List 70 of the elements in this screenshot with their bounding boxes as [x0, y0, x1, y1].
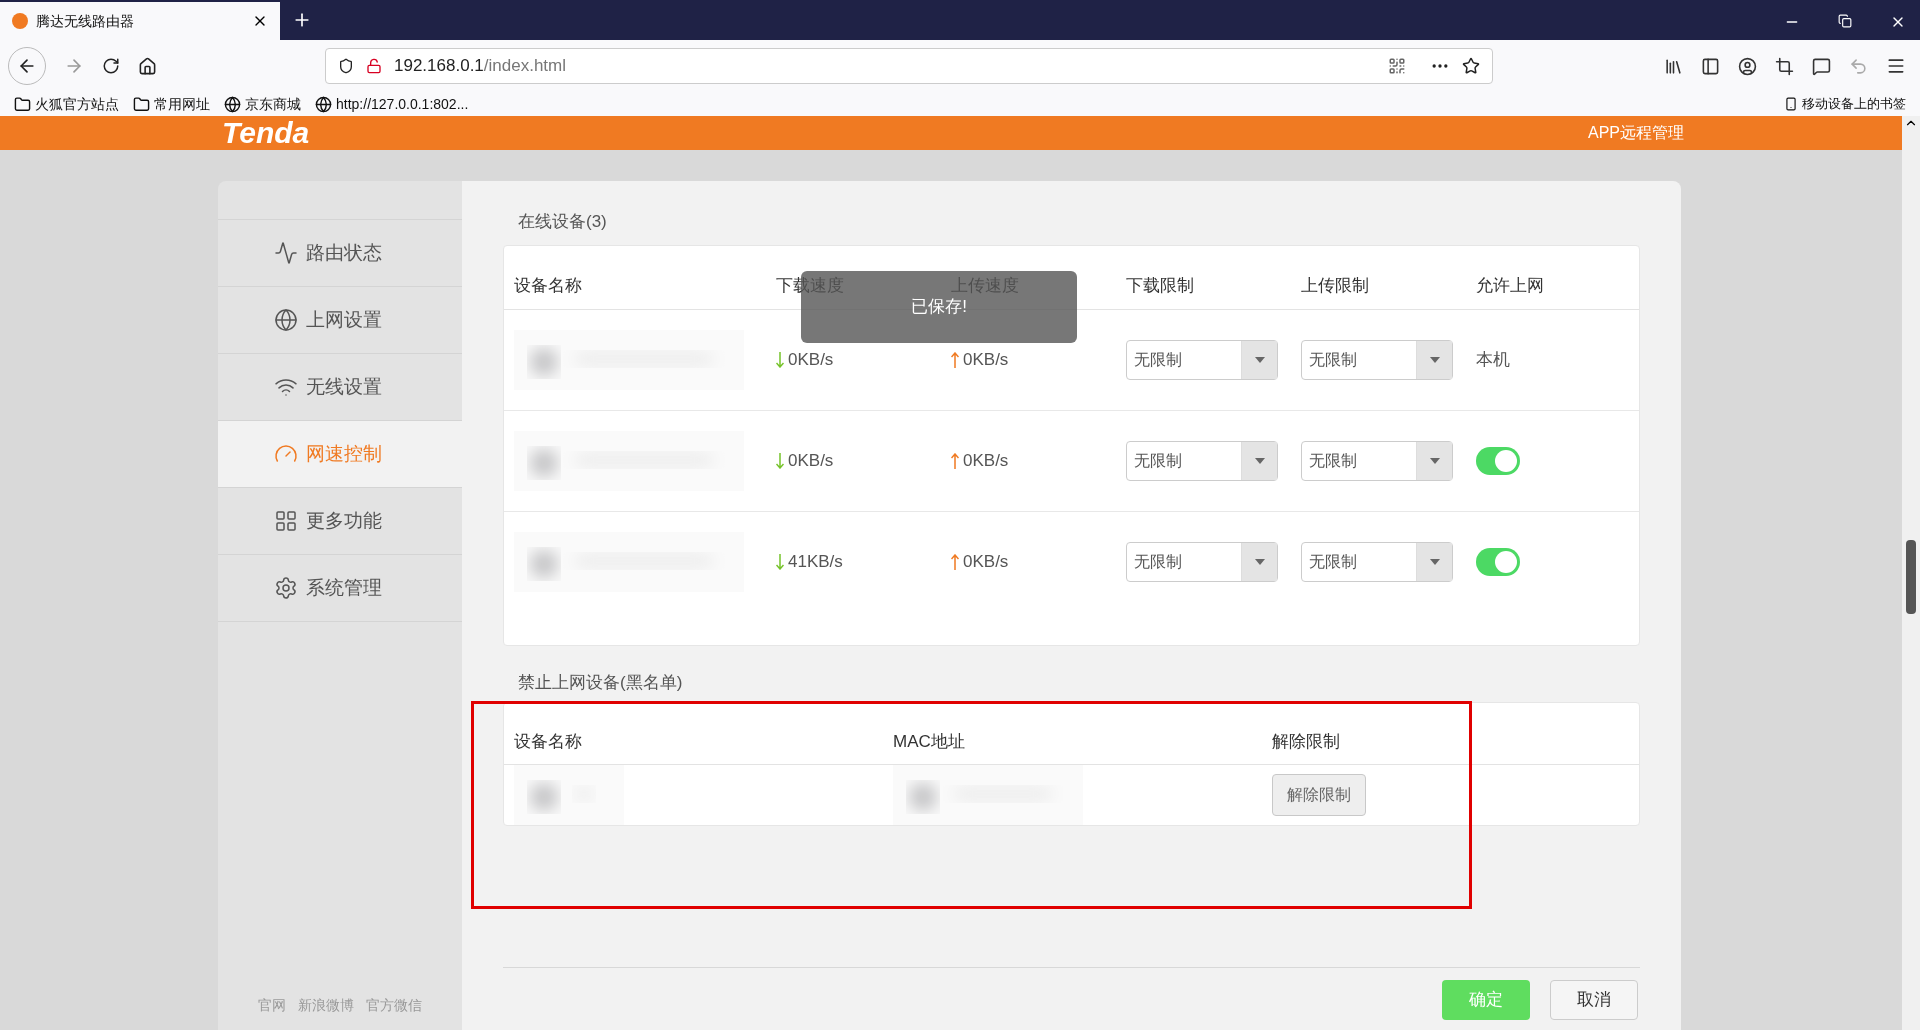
caret-icon	[1254, 457, 1265, 464]
column-header: 设备名称	[514, 730, 583, 753]
crop-icon[interactable]	[1775, 56, 1794, 76]
home-icon[interactable]	[138, 56, 157, 76]
upload-speed: 0KB/s	[963, 551, 1009, 574]
up-arrow-icon	[951, 554, 959, 570]
column-header: 允许上网	[1476, 275, 1545, 297]
pulse-icon	[274, 241, 298, 265]
bookmark-link[interactable]: http://127.0.0.1:802...	[315, 93, 469, 115]
address-bar[interactable]: 192.168.0.1/index.html	[325, 48, 1493, 84]
column-header: 解除限制	[1272, 730, 1340, 753]
bookmark-link[interactable]: 火狐官方站点	[14, 93, 119, 115]
sidebar-icon[interactable]	[1701, 56, 1720, 76]
globe-icon	[224, 95, 241, 113]
scrollbar-thumb[interactable]	[1906, 540, 1916, 614]
folder-icon	[133, 95, 150, 113]
down-arrow-icon	[776, 351, 784, 368]
up-arrow-icon	[951, 351, 959, 368]
caret-icon	[1429, 559, 1440, 565]
download-speed: 0KB/s	[788, 348, 834, 371]
limit-dropdown[interactable]: 无限制	[1126, 542, 1278, 582]
column-header: 设备名称	[514, 275, 583, 297]
local-device-label: 本机	[1476, 349, 1510, 369]
library-icon[interactable]	[1664, 56, 1683, 76]
cancel-button[interactable]: 取消	[1550, 980, 1638, 1020]
globe-icon	[315, 95, 332, 113]
settings-icon	[274, 576, 298, 600]
column-header: 下载限制	[1126, 275, 1195, 297]
caret-icon	[1429, 356, 1440, 363]
allow-toggle[interactable]	[1476, 446, 1520, 475]
qr-code-icon[interactable]	[1388, 57, 1406, 75]
limit-dropdown[interactable]: 无限制	[1301, 542, 1453, 582]
bookmark-link[interactable]: 常用网址	[133, 93, 210, 115]
download-speed: 41KB/s	[788, 551, 843, 574]
limit-dropdown[interactable]: 无限制	[1301, 339, 1453, 380]
reload-icon[interactable]	[102, 57, 120, 75]
folder-icon	[14, 95, 31, 113]
up-arrow-icon	[951, 452, 959, 469]
limit-dropdown[interactable]: 无限制	[1126, 339, 1278, 380]
browser-tab[interactable]: 腾达无线路由器	[0, 2, 280, 40]
account-icon[interactable]	[1738, 56, 1757, 76]
upload-speed: 0KB/s	[963, 348, 1009, 371]
bookmark-star-icon[interactable]	[1462, 57, 1480, 75]
router-logo-icon	[12, 13, 28, 29]
down-arrow-icon	[776, 452, 784, 469]
down-arrow-icon	[776, 554, 784, 570]
shield-icon	[338, 58, 354, 74]
column-header: 上传限制	[1301, 275, 1370, 297]
grid-icon	[274, 509, 298, 533]
insecure-lock-icon	[366, 58, 382, 74]
upload-speed: 0KB/s	[963, 449, 1009, 472]
brand-logo: Tenda	[222, 116, 310, 150]
phone-icon	[1784, 97, 1798, 111]
download-speed: 0KB/s	[788, 449, 834, 472]
chat-icon[interactable]	[1812, 56, 1831, 76]
limit-dropdown[interactable]: 无限制	[1126, 440, 1278, 481]
section-title: 禁止上网设备(黑名单)	[517, 671, 684, 694]
caret-icon	[1254, 356, 1265, 363]
column-header: MAC地址	[893, 730, 966, 753]
caret-icon	[1254, 559, 1265, 565]
bookmark-link[interactable]: 京东商城	[224, 93, 301, 115]
limit-dropdown[interactable]: 无限制	[1301, 440, 1453, 481]
remove-restriction-button[interactable]: 解除限制	[1272, 774, 1366, 816]
restore-icon[interactable]	[1838, 14, 1852, 28]
bookmark-link[interactable]: 移动设备上的书签	[1784, 94, 1906, 114]
caret-icon	[1429, 457, 1440, 464]
allow-toggle[interactable]	[1476, 548, 1520, 576]
globe-icon	[274, 308, 298, 332]
menu-icon[interactable]	[1886, 56, 1906, 76]
section-title: 在线设备(3)	[517, 211, 608, 233]
